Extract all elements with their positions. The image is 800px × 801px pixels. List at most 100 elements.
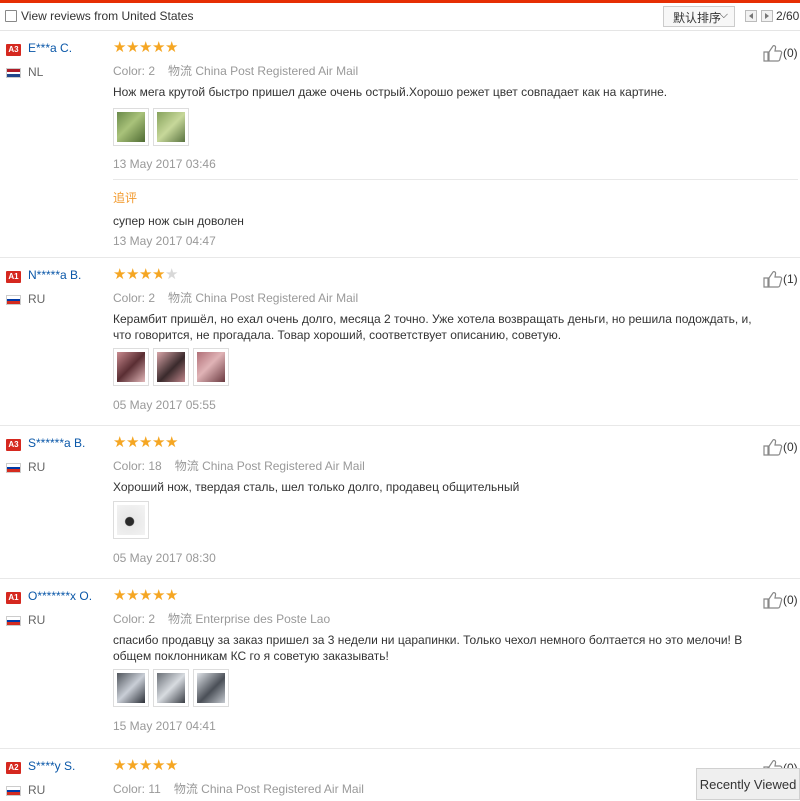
- reviewer-name[interactable]: E***a C.: [28, 41, 72, 55]
- review-photos: [113, 501, 153, 539]
- star-icon: ★: [126, 587, 140, 604]
- reviewer-country: NL: [28, 65, 44, 79]
- review-text: Хороший нож, твердая сталь, шел только д…: [113, 480, 520, 494]
- reviewer-name[interactable]: S******a B.: [28, 436, 85, 450]
- review-photo-thumb[interactable]: [113, 501, 149, 539]
- reviewer-country: RU: [28, 292, 46, 306]
- buyer-level-badge: A3: [6, 44, 21, 56]
- star-icon: ★: [152, 757, 166, 774]
- sort-dropdown[interactable]: 默认排序 ⌵: [663, 6, 735, 27]
- order-info: Color: 2 物流 China Post Registered Air Mai…: [113, 62, 358, 79]
- helpful-count: (0): [783, 440, 798, 454]
- rating-stars: ★★★★★: [113, 587, 179, 604]
- review-photo-thumb[interactable]: [113, 108, 149, 146]
- buyer-level-badge: A1: [6, 271, 21, 283]
- review-photo-thumb[interactable]: [113, 669, 149, 707]
- review-photo-thumb[interactable]: [153, 108, 189, 146]
- thumbs-up-icon: [763, 45, 783, 62]
- shipping-method: China Post Registered Air Mail: [195, 291, 359, 305]
- star-icon: ★: [165, 757, 179, 774]
- helpful-button[interactable]: (0): [763, 591, 798, 609]
- next-page-icon: [765, 13, 769, 19]
- rating-stars: ★★★★★: [113, 39, 179, 56]
- color-attr: Color: 2: [113, 291, 156, 305]
- review-toolbar: View reviews from United States 默认排序 ⌵ 2…: [0, 3, 800, 31]
- sort-label: 默认排序: [673, 11, 722, 25]
- logistics-label: 物流: [174, 459, 199, 473]
- star-icon: ★: [139, 587, 153, 604]
- flag-ru-icon: [6, 295, 21, 305]
- review-photos: [113, 108, 193, 146]
- helpful-count: (0): [783, 593, 798, 607]
- buyer-level-badge: A3: [6, 439, 21, 451]
- star-icon: ★: [113, 587, 127, 604]
- page-indicator: 2/60: [776, 9, 800, 23]
- logistics-label: 物流: [168, 64, 193, 78]
- color-attr: Color: 2: [113, 64, 156, 78]
- logistics-label: 物流: [173, 782, 198, 796]
- flag-ru-icon: [6, 463, 21, 473]
- order-info: Color: 2 物流 Enterprise des Poste Lao: [113, 610, 330, 627]
- star-icon: ★: [126, 434, 140, 451]
- review-date: 13 May 2017 03:46: [113, 157, 216, 171]
- review-text: Керамбит пришёл, но ехал очень долго, ме…: [113, 312, 752, 342]
- review-photos: [113, 348, 233, 386]
- prev-page-icon: [749, 13, 753, 19]
- star-icon: ★: [165, 587, 179, 604]
- buyer-level-badge: A1: [6, 592, 21, 604]
- review-item: A3 E***a C. NL ★★★★★ Color: 2 物流 China Po…: [0, 31, 800, 258]
- star-icon: ★: [113, 39, 127, 56]
- us-filter-label[interactable]: View reviews from United States: [21, 9, 194, 23]
- review-date: 05 May 2017 08:30: [113, 551, 216, 565]
- reviewer-name[interactable]: S****y S.: [28, 759, 75, 773]
- star-icon: ★: [126, 757, 140, 774]
- followup-text: супер нож сын доволен: [113, 214, 244, 228]
- rating-stars: ★★★★★: [113, 757, 179, 774]
- thumbs-up-icon: [763, 439, 783, 456]
- shipping-method: China Post Registered Air Mail: [202, 459, 365, 473]
- color-attr: Color: 2: [113, 612, 156, 626]
- star-icon: ★: [152, 39, 166, 56]
- review-photo-thumb[interactable]: [153, 669, 189, 707]
- star-icon: ★: [139, 434, 153, 451]
- reviewer-name[interactable]: O*******x O.: [28, 589, 92, 603]
- logistics-label: 物流: [168, 291, 193, 305]
- star-icon: ★: [152, 587, 166, 604]
- helpful-button[interactable]: (0): [763, 44, 798, 62]
- buyer-level-badge: A2: [6, 762, 21, 774]
- order-info: Color: 11 物流 China Post Registered Air Ma…: [113, 780, 364, 797]
- review-item: A2 S****y S. RU ★★★★★ Color: 11 物流 China …: [0, 749, 800, 800]
- star-icon: ★: [113, 266, 127, 283]
- prev-page-button[interactable]: [745, 10, 757, 22]
- order-info: Color: 2 物流 China Post Registered Air Mai…: [113, 289, 358, 306]
- chevron-down-icon: ⌵: [719, 9, 728, 21]
- review-photo-thumb[interactable]: [193, 348, 229, 386]
- star-icon: ★: [165, 39, 179, 56]
- review-photo-thumb[interactable]: [153, 348, 189, 386]
- reviewer-country: RU: [28, 783, 46, 797]
- next-page-button[interactable]: [761, 10, 773, 22]
- review-item: A1 N*****a B. RU ★★★★★ Color: 2 物流 China …: [0, 258, 800, 426]
- review-photo-thumb[interactable]: [193, 669, 229, 707]
- star-icon: ★: [126, 39, 140, 56]
- recently-viewed-tab[interactable]: Recently Viewed: [696, 768, 800, 800]
- helpful-count: (0): [783, 46, 798, 60]
- review-item: A3 S******a B. RU ★★★★★ Color: 18 物流 Chin…: [0, 426, 800, 579]
- star-icon: ★: [113, 434, 127, 451]
- shipping-method: China Post Registered Air Mail: [201, 782, 364, 796]
- review-item: A1 O*******x O. RU ★★★★★ Color: 2 物流 Ente…: [0, 579, 800, 749]
- review-text: Нож мега крутой быстро пришел даже очень…: [113, 85, 668, 99]
- star-icon: ★: [165, 434, 179, 451]
- reviewer-name[interactable]: N*****a B.: [28, 268, 81, 282]
- logistics-label: 物流: [168, 612, 193, 626]
- star-icon: ★: [152, 434, 166, 451]
- helpful-count: (1): [783, 272, 798, 286]
- helpful-button[interactable]: (0): [763, 438, 798, 456]
- star-icon: ★: [139, 757, 153, 774]
- review-photo-thumb[interactable]: [113, 348, 149, 386]
- star-icon: ★: [139, 39, 153, 56]
- review-photos: [113, 669, 233, 707]
- helpful-button[interactable]: (1): [763, 270, 798, 288]
- followup-date: 13 May 2017 04:47: [113, 234, 216, 248]
- us-filter-checkbox[interactable]: [5, 10, 17, 22]
